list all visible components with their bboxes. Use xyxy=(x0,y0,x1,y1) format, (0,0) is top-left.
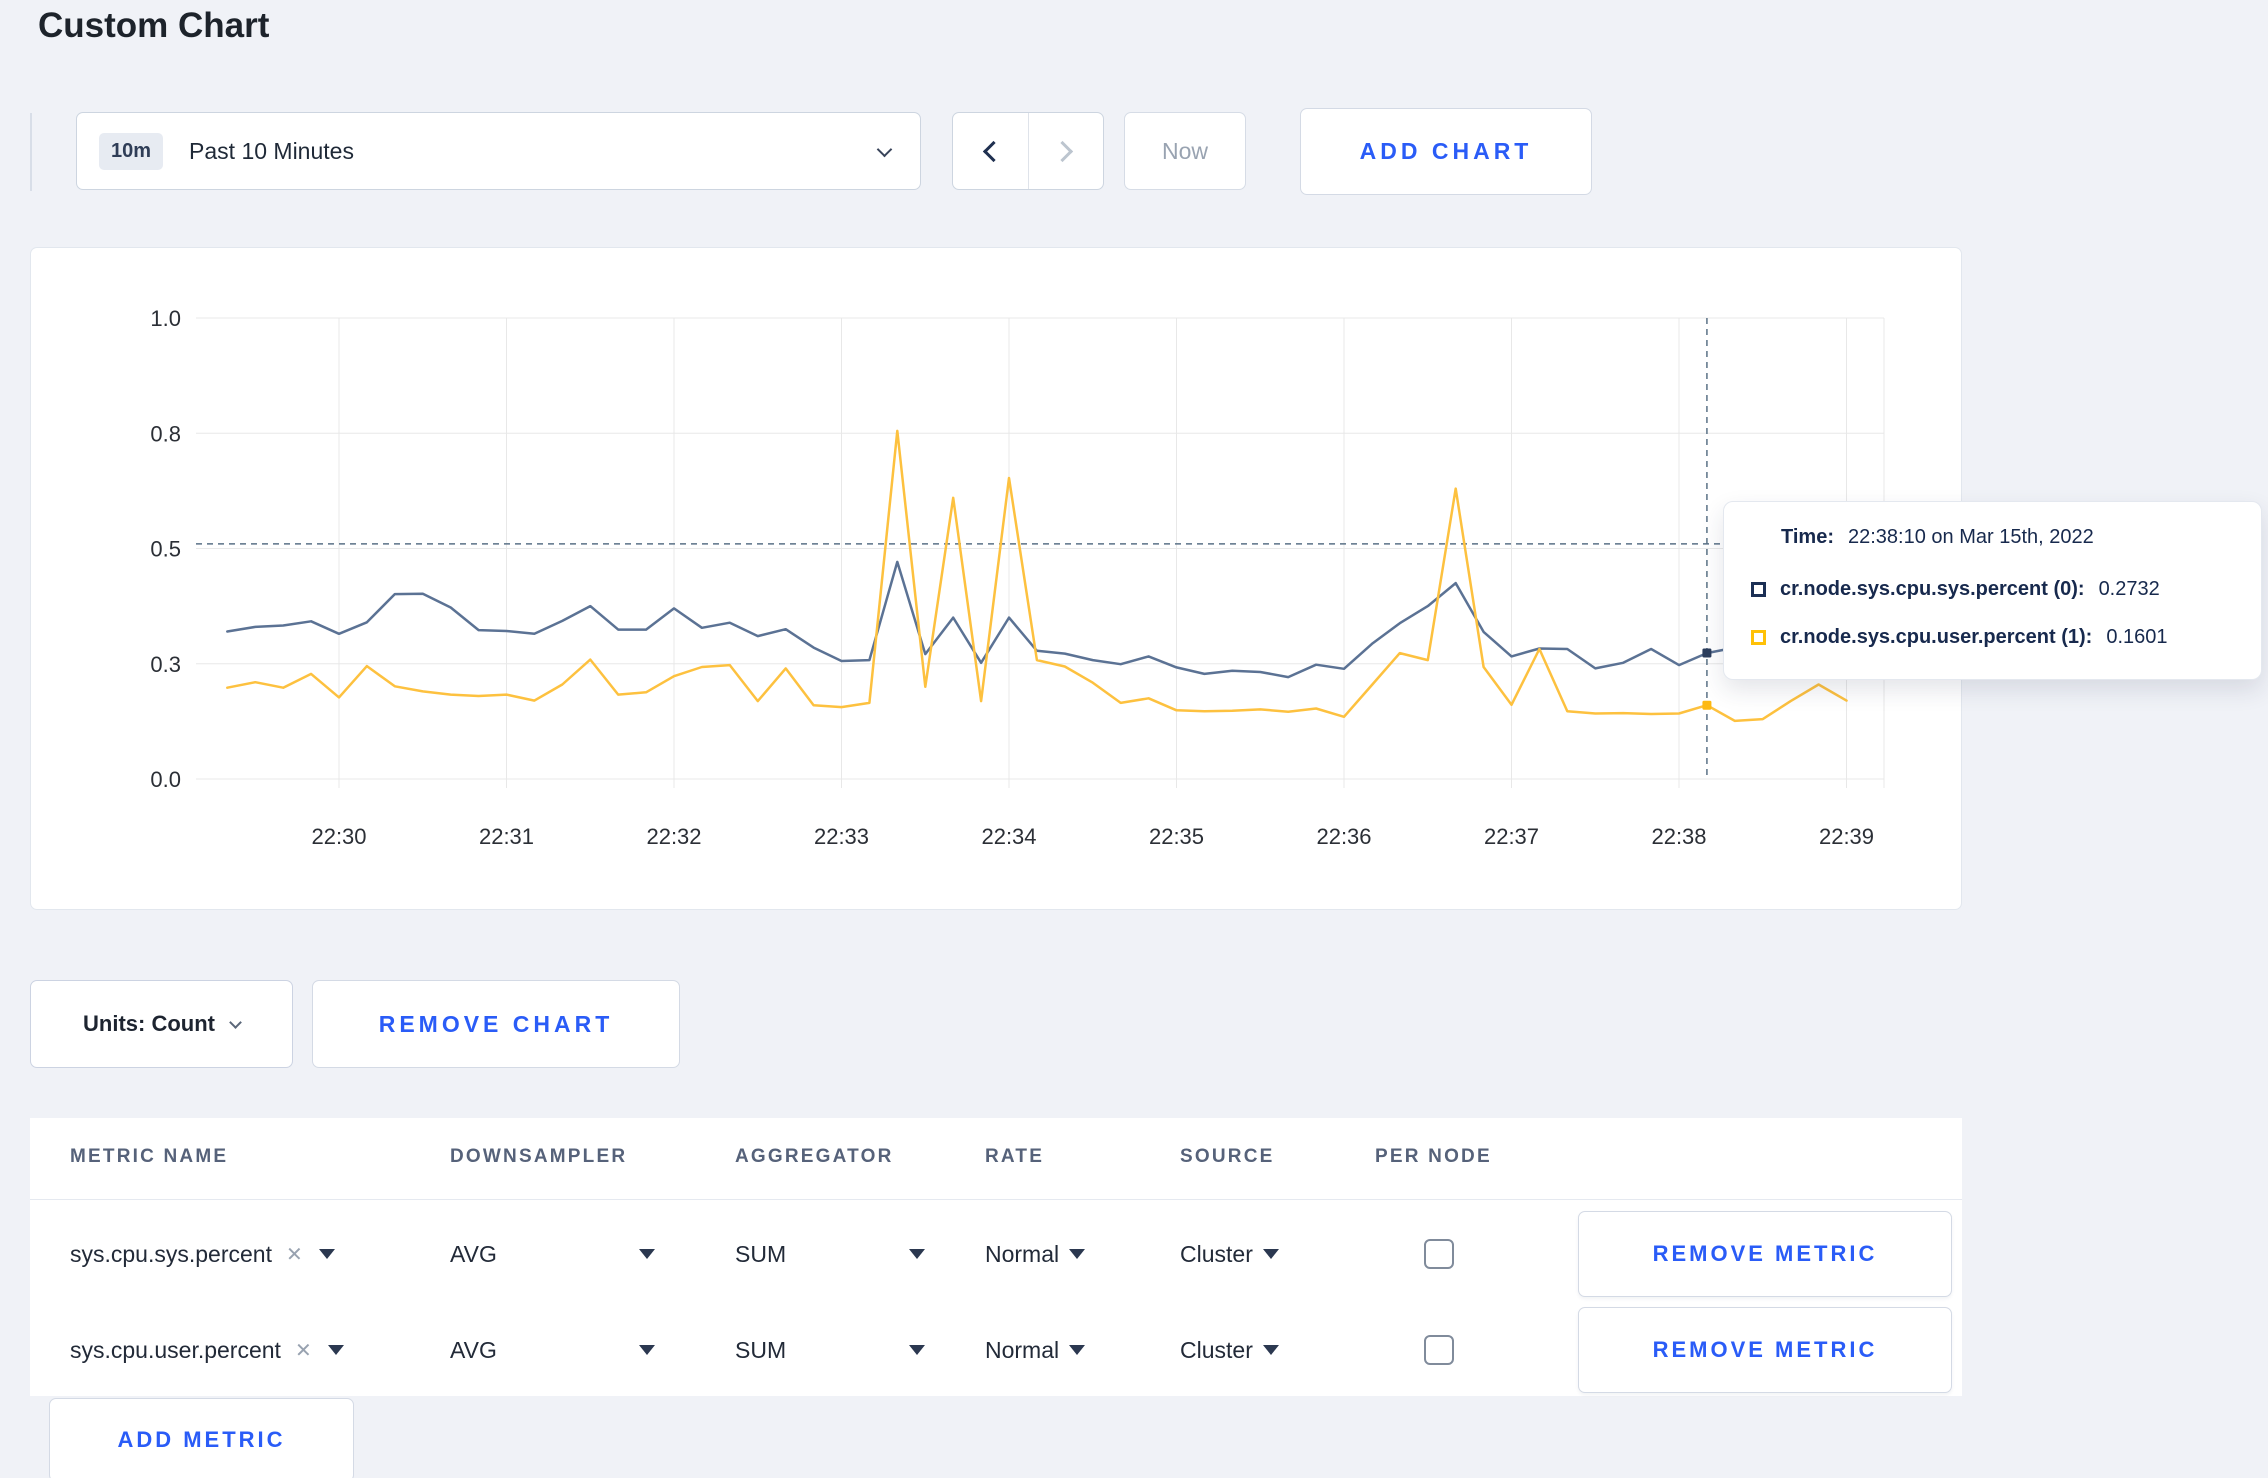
rate-dropdown-icon[interactable] xyxy=(1069,1345,1086,1355)
downsampler-value: AVG xyxy=(450,1336,497,1363)
time-pager xyxy=(952,112,1104,190)
tooltip-time-value: 22:38:10 on Mar 15th, 2022 xyxy=(1847,526,2094,548)
rate-dropdown-icon[interactable] xyxy=(1069,1249,1086,1259)
rate-value: Normal xyxy=(985,1240,1060,1267)
tooltip-time-label: Time: xyxy=(1781,526,1834,548)
clear-metric-icon[interactable]: ✕ xyxy=(295,1338,312,1363)
user-series-swatch-icon xyxy=(1751,630,1766,645)
metric-dropdown-icon[interactable] xyxy=(318,1249,335,1259)
source-dropdown-icon[interactable] xyxy=(1262,1249,1279,1259)
next-time-button[interactable] xyxy=(1027,113,1104,189)
col-source: SOURCE xyxy=(1180,1146,1275,1167)
x-tick-label: 22:39 xyxy=(1819,824,1874,849)
x-tick-label: 22:34 xyxy=(981,824,1036,849)
tooltip-series-name: cr.node.sys.cpu.user.percent (1): xyxy=(1780,626,2093,648)
metrics-table-header: METRIC NAME DOWNSAMPLER AGGREGATOR RATE … xyxy=(30,1118,1962,1200)
aggregator-dropdown-icon[interactable] xyxy=(909,1249,925,1259)
tooltip-series-value: 0.2732 xyxy=(2098,578,2160,600)
time-range-badge: 10m xyxy=(99,132,164,170)
add-chart-button[interactable]: ADD CHART xyxy=(1300,108,1592,195)
metric-dropdown-icon[interactable] xyxy=(327,1345,344,1355)
col-aggregator: AGGREGATOR xyxy=(735,1146,894,1167)
metric-row: sys.cpu.sys.percent ✕ AVG SUM Normal Cluster R… xyxy=(30,1206,1962,1302)
chevron-left-icon xyxy=(982,140,1004,162)
col-per-node: PER NODE xyxy=(1375,1146,1492,1167)
col-downsampler: DOWNSAMPLER xyxy=(450,1146,628,1167)
crosshair-point-user xyxy=(1702,700,1712,710)
now-button[interactable]: Now xyxy=(1124,112,1246,190)
remove-metric-button[interactable]: REMOVE METRIC xyxy=(1578,1307,1952,1393)
x-tick-label: 22:35 xyxy=(1149,824,1204,849)
per-node-checkbox[interactable] xyxy=(1424,1335,1454,1365)
per-node-checkbox[interactable] xyxy=(1424,1239,1454,1269)
metrics-table: METRIC NAME DOWNSAMPLER AGGREGATOR RATE … xyxy=(30,1118,1962,1396)
rate-value: Normal xyxy=(985,1336,1060,1363)
y-tick-label: 1.0 xyxy=(150,306,181,331)
tooltip-series-value: 0.1601 xyxy=(2106,626,2168,648)
y-tick-label: 0.5 xyxy=(150,537,181,562)
custom-chart-page: Custom Chart 10m Past 10 Minutes Now ADD… xyxy=(0,0,2268,1478)
source-value: Cluster xyxy=(1180,1240,1253,1267)
tooltip-series-name: cr.node.sys.cpu.sys.percent (0): xyxy=(1780,578,2085,600)
chart-card: 0.0 0.3 0.5 0.8 1.0 22:30 22:31 22:32 22:33 22:34… xyxy=(30,247,1962,910)
source-dropdown-icon[interactable] xyxy=(1262,1345,1279,1355)
x-tick-label: 22:38 xyxy=(1651,824,1706,849)
x-tick-label: 22:36 xyxy=(1316,824,1371,849)
chevron-right-icon xyxy=(1052,140,1074,162)
time-range-label: Past 10 Minutes xyxy=(189,137,354,164)
x-tick-label: 22:37 xyxy=(1484,824,1539,849)
x-tick-label: 22:31 xyxy=(479,824,534,849)
x-tick-label: 22:33 xyxy=(814,824,869,849)
y-tick-label: 0.0 xyxy=(150,767,181,792)
add-metric-button[interactable]: ADD METRIC xyxy=(49,1398,354,1478)
metric-row: sys.cpu.user.percent ✕ AVG SUM Normal Cluster… xyxy=(30,1302,1962,1398)
crosshair-point-sys xyxy=(1702,648,1712,658)
downsampler-value: AVG xyxy=(450,1240,497,1267)
units-dropdown[interactable]: Units: Count xyxy=(30,980,293,1068)
chart-tooltip: Time: 22:38:10 on Mar 15th, 2022 cr.node… xyxy=(1723,501,2262,680)
x-tick-label: 22:32 xyxy=(646,824,701,849)
x-tick-label: 22:30 xyxy=(311,824,366,849)
timeseries-chart[interactable]: 0.0 0.3 0.5 0.8 1.0 22:30 22:31 22:32 22:33 22:34… xyxy=(31,248,1961,909)
col-rate: RATE xyxy=(985,1146,1045,1167)
aggregator-value: SUM xyxy=(735,1336,787,1363)
aggregator-value: SUM xyxy=(735,1240,787,1267)
aggregator-dropdown-icon[interactable] xyxy=(909,1345,925,1355)
page-title: Custom Chart xyxy=(38,6,270,45)
toolbar-divider xyxy=(30,113,32,191)
units-label: Units: Count xyxy=(83,1011,215,1036)
chevron-down-icon xyxy=(229,1015,242,1029)
clear-metric-icon[interactable]: ✕ xyxy=(286,1242,303,1267)
remove-metric-button[interactable]: REMOVE METRIC xyxy=(1578,1211,1952,1297)
chevron-down-icon xyxy=(876,141,893,158)
downsampler-dropdown-icon[interactable] xyxy=(639,1345,655,1355)
y-tick-label: 0.8 xyxy=(150,421,181,446)
time-range-dropdown[interactable]: 10m Past 10 Minutes xyxy=(76,112,921,190)
remove-chart-button[interactable]: REMOVE CHART xyxy=(312,980,680,1068)
col-metric-name: METRIC NAME xyxy=(70,1146,229,1167)
sys-series-swatch-icon xyxy=(1751,582,1766,597)
metric-name: sys.cpu.user.percent xyxy=(70,1336,281,1363)
source-value: Cluster xyxy=(1180,1336,1253,1363)
downsampler-dropdown-icon[interactable] xyxy=(639,1249,655,1259)
y-tick-label: 0.3 xyxy=(150,652,181,677)
prev-time-button[interactable] xyxy=(953,113,1028,189)
series-line-user xyxy=(226,429,1848,723)
metric-name: sys.cpu.sys.percent xyxy=(70,1240,272,1267)
